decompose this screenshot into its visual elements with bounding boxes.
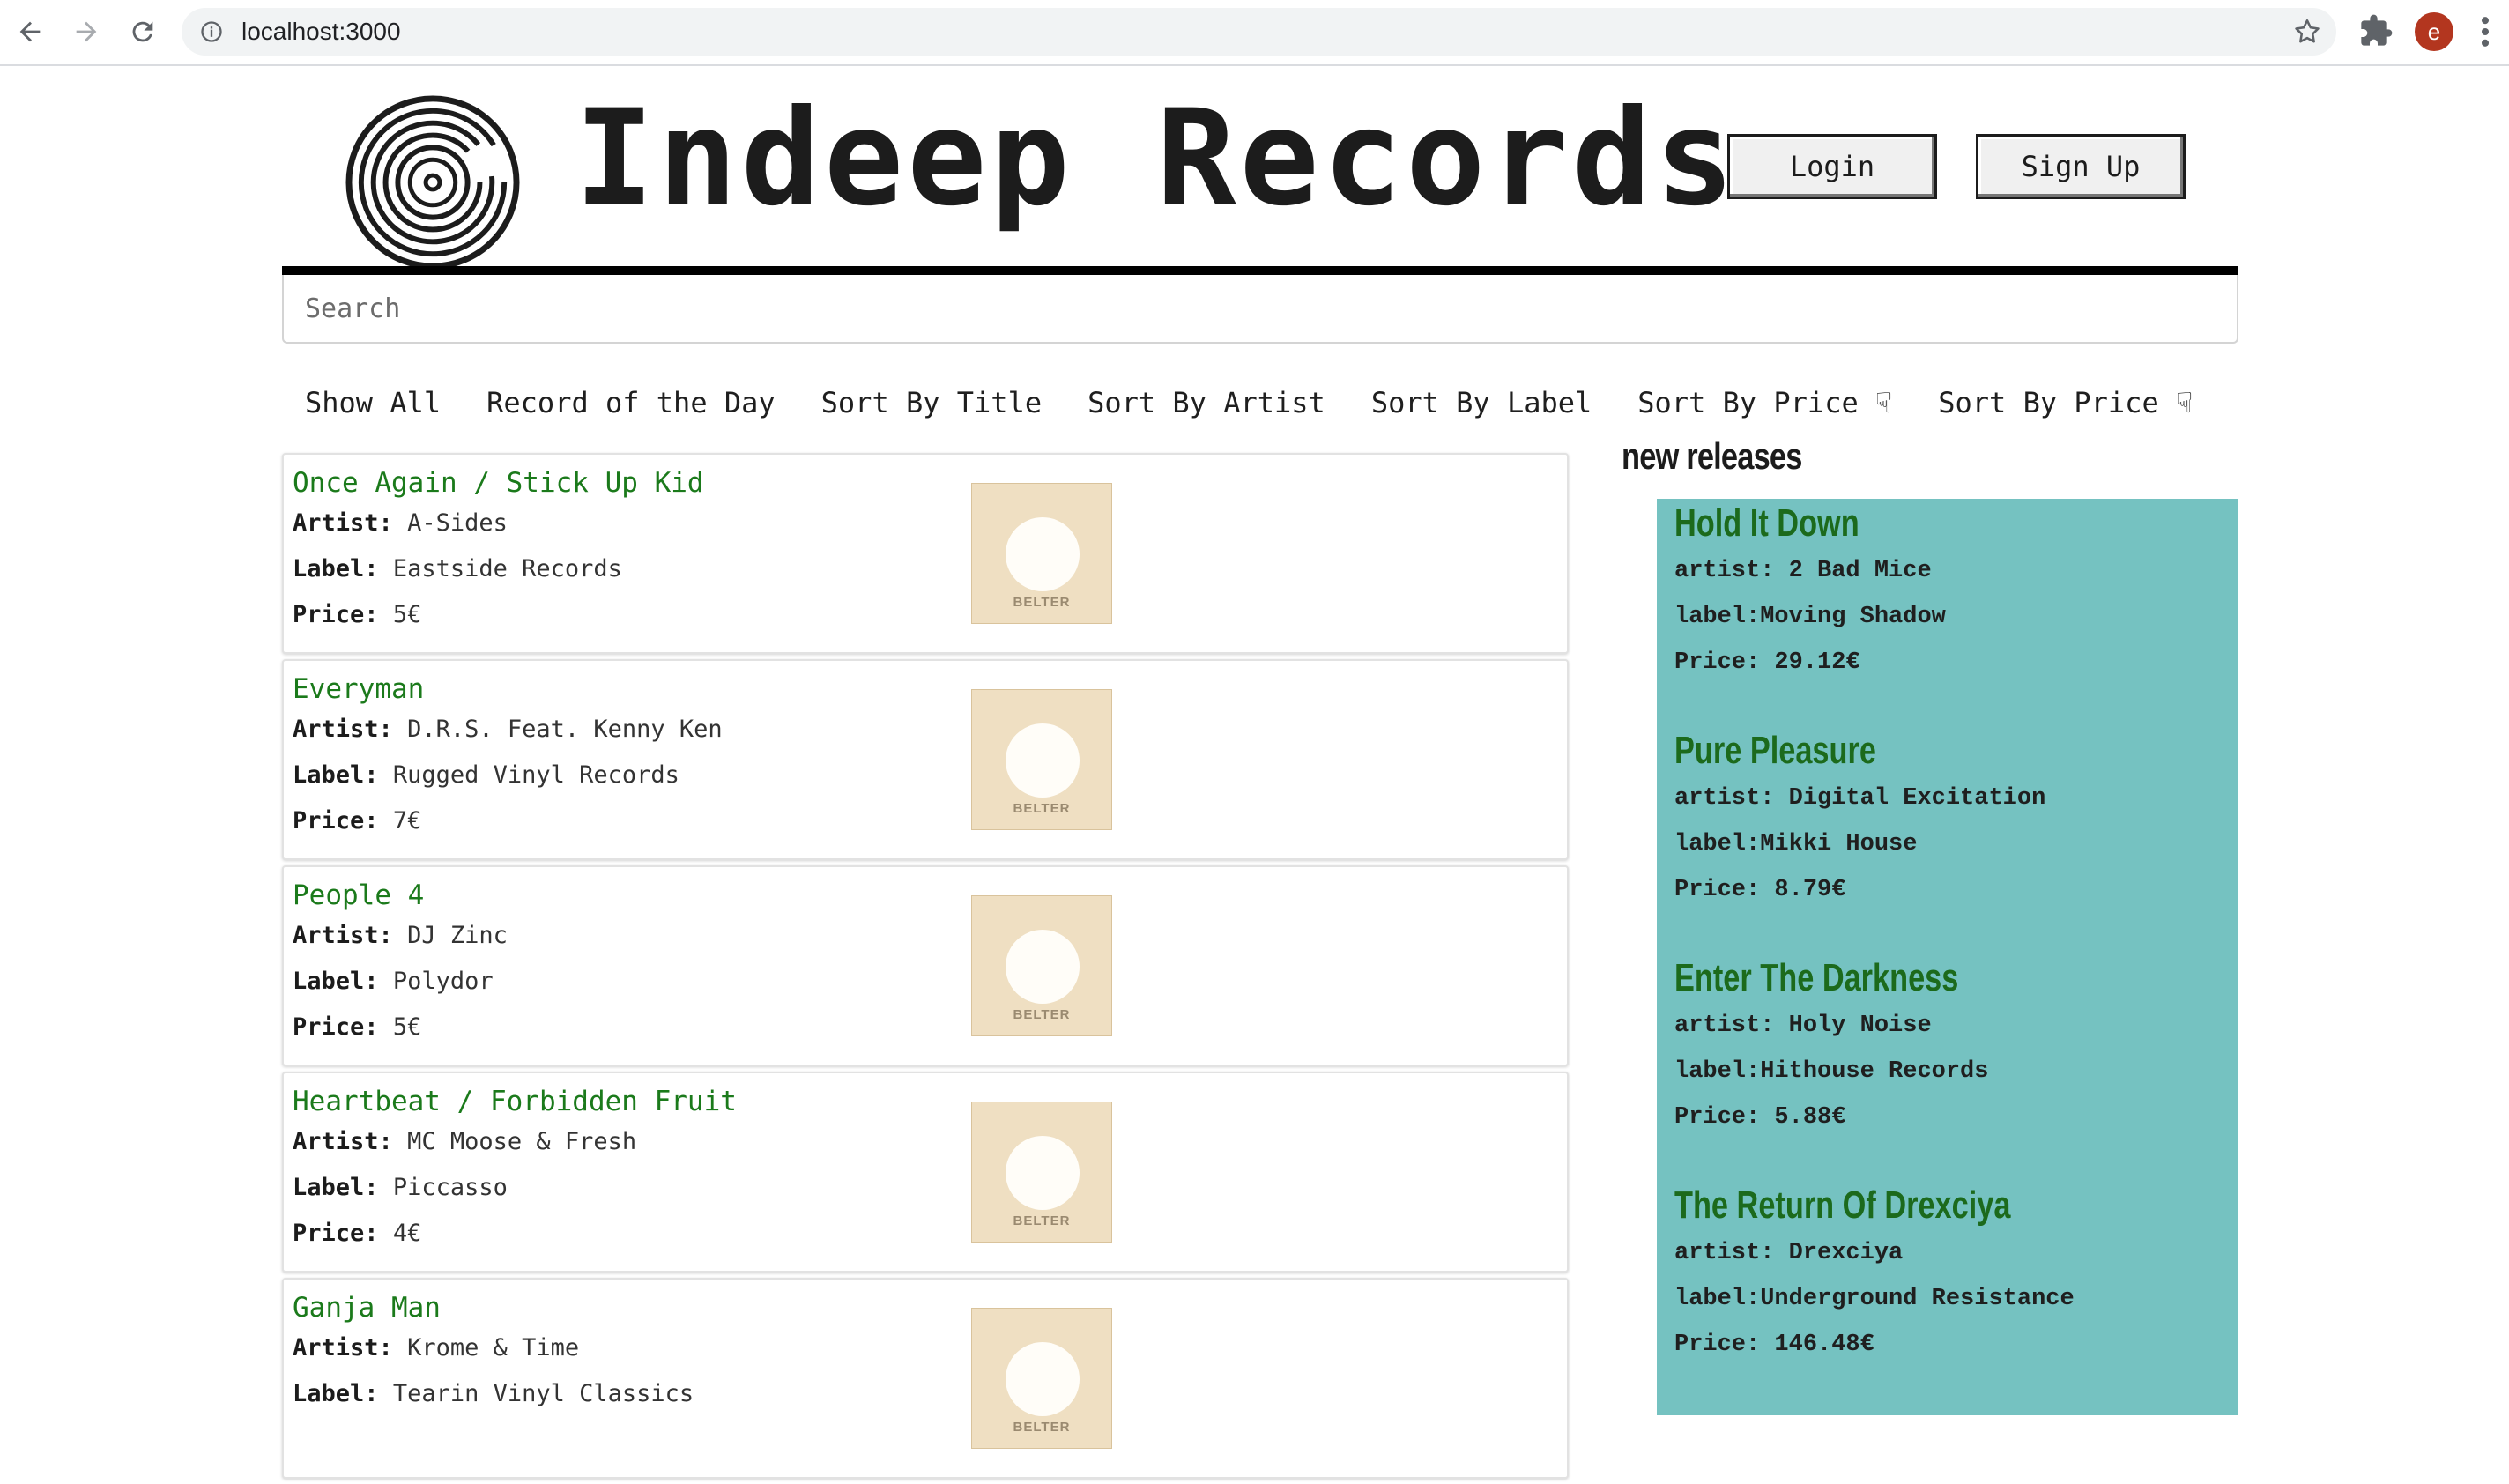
login-button[interactable]: Login <box>1727 134 1937 199</box>
record-price: Price: 5€ <box>293 1013 422 1041</box>
new-release-artist: artist: Drexciya <box>1674 1240 1904 1266</box>
new-release-artist: artist: Digital Excitation <box>1674 785 2046 812</box>
record-artist: Artist: A-Sides <box>293 509 508 537</box>
record-label: Label: Eastside Records <box>293 555 622 582</box>
record-price: Price: 5€ <box>293 601 422 628</box>
vinyl-logo-icon <box>345 95 520 270</box>
new-releases-heading: new releases <box>1622 435 1802 477</box>
new-releases-panel: Hold It Down artist: 2 Bad Mice label:Mo… <box>1657 499 2238 1415</box>
record-price: Price: 7€ <box>293 807 422 835</box>
site-title: Indeep Records <box>575 82 1739 235</box>
menu-kebab-icon[interactable] <box>2475 12 2496 51</box>
forward-button[interactable] <box>67 12 106 51</box>
sort-bar: Show All Record of the Day Sort By Title… <box>305 386 2193 419</box>
new-release-title[interactable]: Enter The Darkness <box>1674 953 1958 1003</box>
reload-icon <box>132 21 153 42</box>
new-release-title[interactable]: Hold It Down <box>1674 499 1886 548</box>
new-release-artist: artist: 2 Bad Mice <box>1674 558 1932 584</box>
record-of-the-day-link[interactable]: Record of the Day <box>486 386 776 419</box>
sort-by-artist-link[interactable]: Sort By Artist <box>1087 386 1325 419</box>
header-divider <box>282 266 2238 275</box>
search-input[interactable] <box>282 275 2238 344</box>
record-label: Label: Piccasso <box>293 1174 508 1201</box>
record-price: Price: 4€ <box>293 1220 422 1247</box>
reload-button[interactable] <box>123 12 162 51</box>
record-sleeve-image[interactable]: BELTER <box>971 483 1112 624</box>
new-release-item[interactable]: The Return Of Drexciya artist: Drexciya … <box>1674 1181 2105 1368</box>
new-release-item[interactable]: Hold It Down artist: 2 Bad Mice label:Mo… <box>1674 499 1946 686</box>
address-bar[interactable]: localhost:3000 <box>182 8 2336 56</box>
record-card[interactable]: Heartbeat / Forbidden Fruit Artist: MC M… <box>282 1072 1569 1273</box>
info-icon[interactable] <box>199 19 224 44</box>
browser-toolbar: localhost:3000 e <box>0 0 2509 66</box>
record-card[interactable]: Once Again / Stick Up Kid Artist: A-Side… <box>282 453 1569 654</box>
record-artist: Artist: D.R.S. Feat. Kenny Ken <box>293 716 723 743</box>
new-release-label: label:Mikki House <box>1674 831 1918 857</box>
new-release-label: label:Hithouse Records <box>1674 1058 1989 1085</box>
record-title[interactable]: Heartbeat / Forbidden Fruit <box>293 1086 737 1117</box>
back-button[interactable] <box>11 12 49 51</box>
sort-by-price-link[interactable]: Sort By Price ☟ <box>1938 386 2193 419</box>
new-release-label: label:Underground Resistance <box>1674 1286 2075 1312</box>
new-release-item[interactable]: Pure Pleasure artist: Digital Excitation… <box>1674 726 2045 913</box>
record-card[interactable]: Ganja Man Artist: Krome & Time Label: Te… <box>282 1278 1569 1479</box>
show-all-link[interactable]: Show All <box>305 386 441 419</box>
signup-button[interactable]: Sign Up <box>1976 134 2186 199</box>
record-label: Label: Rugged Vinyl Records <box>293 761 679 789</box>
new-release-price: Price: 5.88€ <box>1674 1104 1846 1131</box>
record-sleeve-image[interactable]: BELTER <box>971 1308 1112 1449</box>
sort-by-title-link[interactable]: Sort By Title <box>821 386 1042 419</box>
new-release-title[interactable]: The Return Of Drexciya <box>1674 1181 2010 1230</box>
new-release-title[interactable]: Pure Pleasure <box>1674 726 1964 775</box>
record-artist: Artist: MC Moose & Fresh <box>293 1128 637 1155</box>
record-title[interactable]: People 4 <box>293 879 424 911</box>
profile-avatar[interactable]: e <box>2415 12 2453 51</box>
new-release-price: Price: 8.79€ <box>1674 877 1846 903</box>
record-title[interactable]: Once Again / Stick Up Kid <box>293 467 704 499</box>
extensions-puzzle-icon[interactable] <box>2358 13 2394 48</box>
record-sleeve-image[interactable]: BELTER <box>971 895 1112 1036</box>
record-label: Label: Polydor <box>293 968 494 995</box>
arrow-left-icon <box>19 21 41 42</box>
new-release-price: Price: 29.12€ <box>1674 649 1860 676</box>
record-title[interactable]: Ganja Man <box>293 1292 441 1324</box>
new-release-label: label:Moving Shadow <box>1674 604 1946 630</box>
new-release-price: Price: 146.48€ <box>1674 1332 1874 1358</box>
sort-by-price-link[interactable]: Sort By Price ☟ <box>1637 386 1892 419</box>
new-release-item[interactable]: Enter The Darkness artist: Holy Noise la… <box>1674 953 2038 1140</box>
record-sleeve-image[interactable]: BELTER <box>971 689 1112 830</box>
record-sleeve-image[interactable]: BELTER <box>971 1102 1112 1243</box>
new-release-artist: artist: Holy Noise <box>1674 1013 1932 1039</box>
record-artist: Artist: DJ Zinc <box>293 922 508 949</box>
sort-by-label-link[interactable]: Sort By Label <box>1371 386 1592 419</box>
record-artist: Artist: Krome & Time <box>293 1334 580 1362</box>
record-title[interactable]: Everyman <box>293 673 424 705</box>
record-list: Once Again / Stick Up Kid Artist: A-Side… <box>282 453 1569 1484</box>
record-card[interactable]: Everyman Artist: D.R.S. Feat. Kenny Ken … <box>282 659 1569 860</box>
url-text[interactable]: localhost:3000 <box>241 8 401 56</box>
arrow-right-icon <box>76 21 97 42</box>
bookmark-star-icon[interactable] <box>2292 17 2322 47</box>
record-card[interactable]: People 4 Artist: DJ Zinc Label: Polydor … <box>282 865 1569 1066</box>
record-label: Label: Tearin Vinyl Classics <box>293 1380 694 1407</box>
